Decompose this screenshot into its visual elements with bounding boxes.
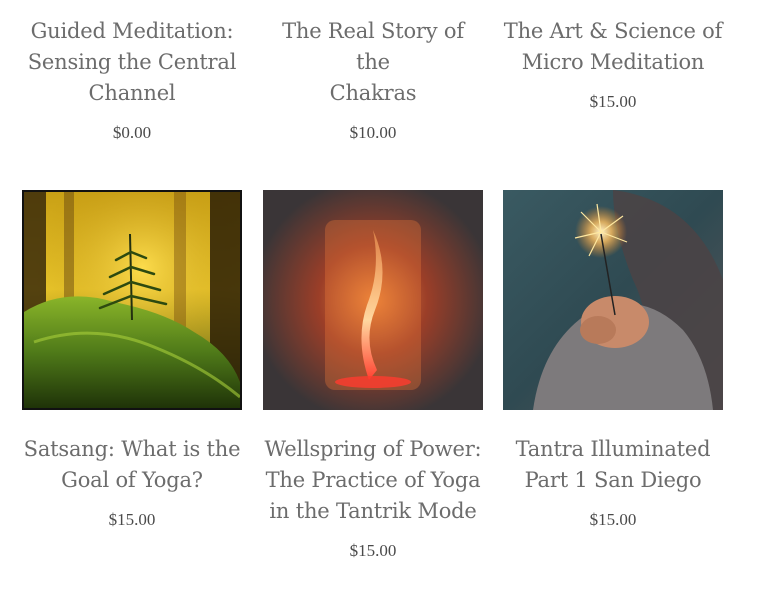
flame-light-image[interactable] — [263, 190, 483, 410]
title-line[interactable]: Guided Meditation: — [22, 16, 242, 47]
product-price: $15.00 — [349, 541, 397, 560]
title-line[interactable]: Chakras — [263, 78, 483, 109]
title-line[interactable]: The Art & Science of — [503, 16, 723, 47]
product-price: $15.00 — [589, 510, 637, 529]
title-line[interactable]: The Practice of Yoga — [263, 465, 483, 496]
product-card: Satsang: What is the Goal of Yoga? $15.0… — [22, 434, 242, 530]
title-line[interactable]: Sensing the Central — [22, 47, 242, 78]
title-line[interactable]: The Real Story of the — [263, 16, 483, 78]
product-title[interactable]: Wellspring of Power: The Practice of Yog… — [263, 434, 483, 527]
product-card: The Real Story of the Chakras $10.00 — [263, 16, 483, 143]
title-line[interactable]: Tantra Illuminated — [503, 434, 723, 465]
title-line[interactable]: Micro Meditation — [503, 47, 723, 78]
product-card: The Art & Science of Micro Meditation $1… — [503, 16, 723, 112]
product-price: $15.00 — [589, 92, 637, 111]
product-price: $15.00 — [108, 510, 156, 529]
product-title[interactable]: Satsang: What is the Goal of Yoga? — [22, 434, 242, 496]
title-line[interactable]: Channel — [22, 78, 242, 109]
product-price: $0.00 — [112, 123, 152, 142]
title-line[interactable]: Satsang: What is the — [22, 434, 242, 465]
product-title[interactable]: Tantra Illuminated Part 1 San Diego — [503, 434, 723, 496]
product-title[interactable]: The Real Story of the Chakras — [263, 16, 483, 109]
product-card: Wellspring of Power: The Practice of Yog… — [263, 434, 483, 561]
product-card: Guided Meditation: Sensing the Central C… — [22, 16, 242, 143]
product-title[interactable]: The Art & Science of Micro Meditation — [503, 16, 723, 78]
title-line[interactable]: Part 1 San Diego — [503, 465, 723, 496]
product-card: Tantra Illuminated Part 1 San Diego $15.… — [503, 434, 723, 530]
title-line[interactable]: Wellspring of Power: — [263, 434, 483, 465]
title-line[interactable]: Goal of Yoga? — [22, 465, 242, 496]
forest-tree-image[interactable] — [22, 190, 242, 410]
product-price: $10.00 — [349, 123, 397, 142]
sparkler-hands-image[interactable] — [503, 190, 723, 410]
product-title[interactable]: Guided Meditation: Sensing the Central C… — [22, 16, 242, 109]
title-line[interactable]: in the Tantrik Mode — [263, 496, 483, 527]
